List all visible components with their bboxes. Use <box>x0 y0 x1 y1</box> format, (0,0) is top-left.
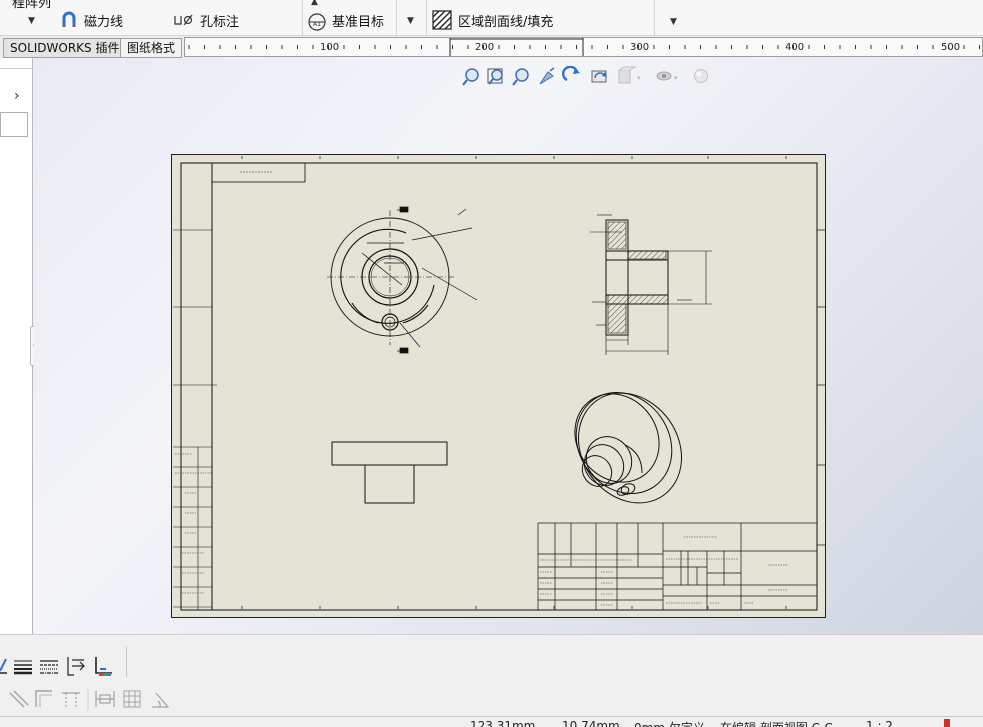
redraw-icon[interactable] <box>591 70 607 83</box>
ribbon-separator <box>654 0 655 36</box>
ruler-label-200: 200 <box>475 42 494 53</box>
dim-angle-icon[interactable] <box>35 690 52 707</box>
datum-target-icon[interactable]: A1 <box>306 9 328 31</box>
dim-chain-icon[interactable] <box>95 691 115 707</box>
magnet-line-button[interactable]: 磁力线 <box>84 11 123 30</box>
area-hatch-icon[interactable] <box>432 10 452 30</box>
ribbon-separator <box>396 0 397 36</box>
zoom-area-icon[interactable] <box>487 68 503 85</box>
feature-manager-panel: › <box>0 58 33 634</box>
line-format-toolbar <box>0 634 983 716</box>
tab-solidworks-addins[interactable]: SOLIDWORKS 插件 <box>3 38 127 58</box>
svg-text:▾: ▾ <box>674 74 678 82</box>
dim-grid-icon[interactable] <box>123 690 141 708</box>
area-hatch-button[interactable]: 区域剖面线/填充 <box>458 11 553 30</box>
ribbon-caret-1[interactable]: ▼ <box>28 16 35 26</box>
line-weight-icon[interactable] <box>14 660 32 675</box>
panel-divider <box>0 68 33 69</box>
status-edit-state[interactable]: 在编辑 剖面视图 C-C <box>720 719 833 727</box>
toolbar-separator <box>126 647 127 677</box>
hide-show-icon[interactable]: ▾ <box>656 71 678 82</box>
panel-filter-box[interactable] <box>0 112 28 137</box>
display-style-icon[interactable]: ▾ <box>618 66 641 84</box>
status-scale[interactable]: 1 : 2 <box>866 719 893 727</box>
status-x-coord: 123.31mm <box>470 719 536 727</box>
hide-edge-icon[interactable] <box>67 657 85 676</box>
isometric-view <box>574 391 683 504</box>
dim-angular-icon[interactable] <box>152 692 170 708</box>
zoom-in-out-icon[interactable] <box>512 68 529 86</box>
svg-text:A1: A1 <box>313 21 321 28</box>
magnet-line-icon[interactable] <box>60 11 78 29</box>
status-bar: 123.31mm 10.74mm 0mm 欠定义 在编辑 剖面视图 C-C 1 … <box>0 716 983 727</box>
rebuild-indicator-icon[interactable] <box>944 719 950 727</box>
solidworks-window: 程阵列 ▼ 磁力线 孔标注 ▲ A1 基准目标 ▼ 区域剖面线/填充 ▼ SOL… <box>0 0 983 727</box>
line-format-icon[interactable] <box>0 658 7 674</box>
ruler-ticks: 100 200 300 400 500 <box>188 38 980 56</box>
line-style-icon[interactable] <box>40 660 58 674</box>
dim-baseline-icon[interactable] <box>62 692 80 707</box>
dim-line-icon[interactable] <box>9 690 29 708</box>
ribbon-separator <box>426 0 427 36</box>
heads-up-view-toolbar: ▾ ▾ <box>462 66 708 86</box>
color-display-icon[interactable] <box>95 657 112 676</box>
drawing-sheet[interactable] <box>171 154 826 618</box>
tab-sheet-format[interactable]: 图纸格式 <box>120 38 183 58</box>
horizontal-ruler: 100 200 300 400 500 <box>184 37 983 57</box>
line-format-row <box>0 657 112 676</box>
status-y-coord: 10.74mm <box>562 719 620 727</box>
datum-target-button[interactable]: 基准目标 <box>332 11 384 30</box>
expand-chevron-icon[interactable]: › <box>14 88 20 104</box>
title-block <box>537 522 818 611</box>
rotate-icon[interactable] <box>562 66 580 82</box>
command-manager-ribbon: 程阵列 ▼ 磁力线 孔标注 ▲ A1 基准目标 ▼ 区域剖面线/填充 ▼ <box>0 0 983 36</box>
pattern-label[interactable]: 程阵列 <box>12 0 51 11</box>
pan-icon[interactable] <box>539 67 555 85</box>
zoom-to-fit-icon[interactable] <box>462 68 479 86</box>
ribbon-separator <box>302 0 303 36</box>
top-view <box>331 441 448 504</box>
ribbon-caret-3[interactable]: ▼ <box>670 17 677 27</box>
ruler-label-300: 300 <box>630 42 649 53</box>
svg-text:▾: ▾ <box>637 74 641 82</box>
dimension-row <box>9 689 170 711</box>
ruler-label-500: 500 <box>941 42 960 53</box>
appearance-icon[interactable] <box>694 69 708 83</box>
drawing-sheet-graphics <box>173 156 825 611</box>
status-z-state: 0mm 欠定义 <box>634 719 705 727</box>
ruler-label-400: 400 <box>785 42 804 53</box>
ribbon-caret-2[interactable]: ▼ <box>407 16 414 26</box>
hole-callout-button[interactable]: 孔标注 <box>200 11 239 30</box>
hole-callout-icon[interactable] <box>174 14 194 26</box>
ribbon-caret-up[interactable]: ▲ <box>311 0 318 7</box>
ruler-label-100: 100 <box>320 42 339 53</box>
